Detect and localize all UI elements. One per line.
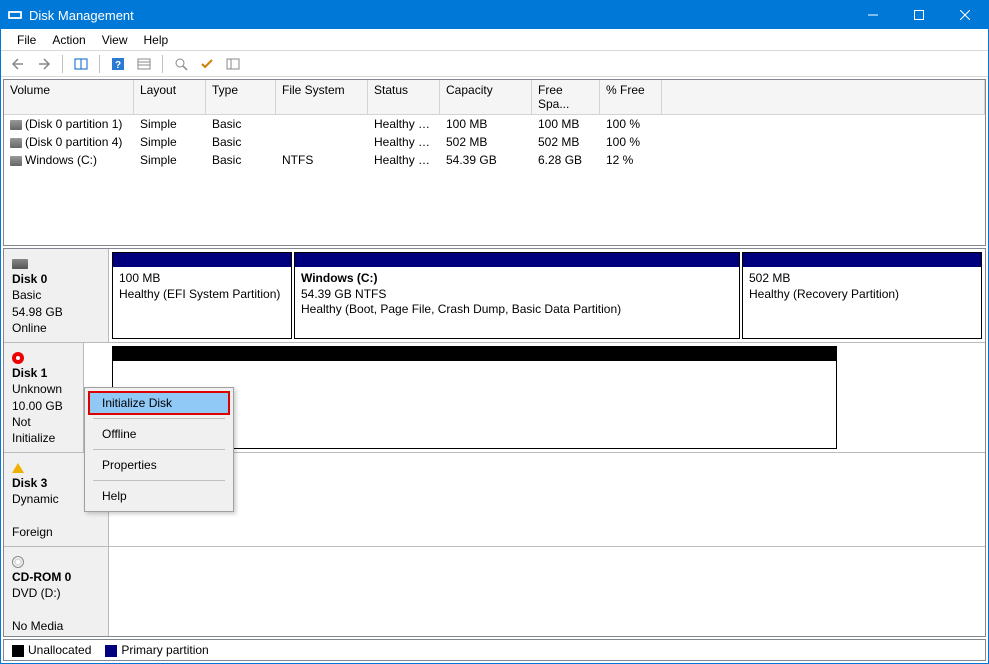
menu-properties[interactable]: Properties — [88, 453, 230, 477]
warning-disk-icon — [12, 463, 24, 473]
col-spacer — [662, 80, 985, 114]
volume-list-header: Volume Layout Type File System Status Ca… — [4, 80, 985, 115]
partition[interactable]: 502 MBHealthy (Recovery Partition) — [742, 252, 982, 339]
view-icon[interactable] — [70, 53, 92, 75]
volume-icon — [10, 156, 22, 166]
cdrom-icon — [12, 556, 24, 568]
menu-initialize-disk[interactable]: Initialize Disk — [88, 391, 230, 415]
disk-label[interactable]: CD-ROM 0 DVD (D:) No Media — [4, 547, 109, 637]
disk-row-0[interactable]: Disk 0 Basic 54.98 GB Online 100 MBHealt… — [4, 249, 985, 343]
toolbar-separator — [162, 55, 163, 73]
volume-icon — [10, 138, 22, 148]
col-free[interactable]: Free Spa... — [532, 80, 600, 114]
forward-button[interactable] — [33, 53, 55, 75]
partition-bar — [743, 253, 981, 267]
list-icon[interactable] — [222, 53, 244, 75]
col-type[interactable]: Type — [206, 80, 276, 114]
titlebar: Disk Management — [1, 1, 988, 29]
disk-label[interactable]: Disk 0 Basic 54.98 GB Online — [4, 249, 109, 342]
minimize-button[interactable] — [850, 1, 896, 29]
toolbar: ? — [1, 51, 988, 77]
partition-bar — [295, 253, 739, 267]
back-button[interactable] — [7, 53, 29, 75]
refresh-icon[interactable] — [133, 53, 155, 75]
menu-separator — [93, 480, 225, 481]
check-icon[interactable] — [196, 53, 218, 75]
menubar: File Action View Help — [1, 29, 988, 51]
col-capacity[interactable]: Capacity — [440, 80, 532, 114]
context-menu: Initialize Disk Offline Properties Help — [84, 387, 234, 512]
search-icon[interactable] — [170, 53, 192, 75]
legend-swatch-primary — [105, 645, 117, 657]
volume-list: Volume Layout Type File System Status Ca… — [3, 79, 986, 246]
menu-separator — [93, 418, 225, 419]
table-row[interactable]: Windows (C:) Simple Basic NTFS Healthy (… — [4, 151, 985, 169]
unknown-disk-icon — [12, 352, 24, 364]
menu-offline[interactable]: Offline — [88, 422, 230, 446]
disk-label[interactable]: Disk 1 Unknown 10.00 GB Not Initialize — [4, 343, 84, 452]
graphical-view: Disk 0 Basic 54.98 GB Online 100 MBHealt… — [3, 248, 986, 637]
legend-swatch-unallocated — [12, 645, 24, 657]
menu-action[interactable]: Action — [44, 31, 93, 49]
menu-separator — [93, 449, 225, 450]
partition[interactable]: Windows (C:)54.39 GB NTFSHealthy (Boot, … — [294, 252, 740, 339]
col-volume[interactable]: Volume — [4, 80, 134, 114]
window-title: Disk Management — [29, 8, 850, 23]
col-layout[interactable]: Layout — [134, 80, 206, 114]
help-icon[interactable]: ? — [107, 53, 129, 75]
window-buttons — [850, 1, 988, 29]
partition[interactable]: 100 MBHealthy (EFI System Partition) — [112, 252, 292, 339]
maximize-button[interactable] — [896, 1, 942, 29]
partition-bar — [113, 347, 836, 361]
table-row[interactable]: (Disk 0 partition 4) Simple Basic Health… — [4, 133, 985, 151]
toolbar-separator — [62, 55, 63, 73]
app-icon — [7, 7, 23, 23]
col-filesystem[interactable]: File System — [276, 80, 368, 114]
table-row[interactable]: (Disk 0 partition 1) Simple Basic Health… — [4, 115, 985, 133]
volume-icon — [10, 120, 22, 130]
legend: Unallocated Primary partition — [3, 639, 986, 661]
disk-icon — [12, 259, 28, 269]
close-button[interactable] — [942, 1, 988, 29]
menu-help[interactable]: Help — [136, 31, 177, 49]
menu-view[interactable]: View — [94, 31, 136, 49]
disk-row-cdrom[interactable]: CD-ROM 0 DVD (D:) No Media — [4, 547, 985, 637]
col-status[interactable]: Status — [368, 80, 440, 114]
col-pct[interactable]: % Free — [600, 80, 662, 114]
menu-file[interactable]: File — [9, 31, 44, 49]
partition-bar — [113, 253, 291, 267]
toolbar-separator — [99, 55, 100, 73]
svg-text:?: ? — [115, 60, 121, 71]
menu-help[interactable]: Help — [88, 484, 230, 508]
